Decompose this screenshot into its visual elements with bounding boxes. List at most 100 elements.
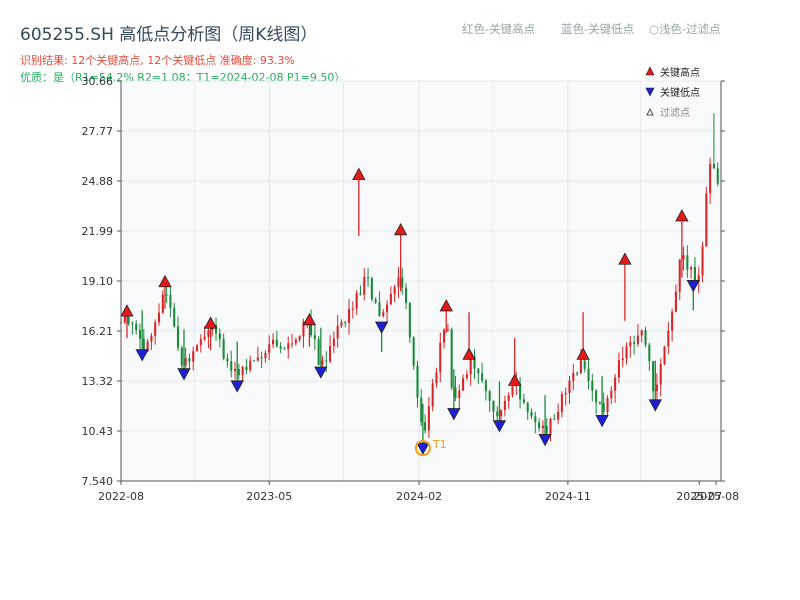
candle-body bbox=[226, 358, 229, 362]
candle bbox=[317, 336, 320, 366]
candle-body bbox=[412, 337, 415, 366]
candle-body bbox=[218, 333, 221, 340]
candle-body bbox=[138, 330, 142, 339]
x-tick-label: 2024-02 bbox=[396, 490, 442, 503]
candle-body bbox=[488, 391, 491, 401]
candle-body bbox=[496, 411, 499, 417]
candle-body bbox=[131, 323, 134, 325]
candle-body bbox=[176, 326, 180, 348]
candle-body bbox=[648, 344, 651, 362]
candle-body bbox=[154, 322, 157, 336]
candle-body bbox=[674, 291, 677, 312]
candle-body bbox=[667, 330, 670, 347]
candle-body bbox=[595, 390, 598, 403]
candle-body bbox=[268, 344, 271, 353]
candle-body bbox=[135, 323, 138, 331]
legend-filtered-label: 过滤点 bbox=[660, 106, 690, 119]
candle-body bbox=[275, 339, 278, 347]
candle-body bbox=[465, 374, 468, 379]
candle-body bbox=[393, 286, 396, 294]
candle-body bbox=[477, 368, 480, 374]
candle-body bbox=[173, 307, 176, 327]
candle-body bbox=[549, 418, 552, 434]
candle-body bbox=[633, 342, 636, 344]
y-tick-label: 24.88 bbox=[82, 175, 114, 188]
candle-body bbox=[568, 380, 571, 393]
candle-body bbox=[606, 398, 609, 413]
candle-body bbox=[511, 386, 514, 396]
candle-body bbox=[203, 336, 206, 340]
x-tick-label: 2024-11 bbox=[545, 490, 591, 503]
candlestick-chart: T1 7.540 10.43 13.32 16.21 19.10 21.99 24.88 27… bbox=[82, 66, 740, 503]
candle-body bbox=[446, 329, 449, 331]
candle-body bbox=[416, 365, 419, 398]
candle-body bbox=[682, 255, 685, 260]
candle-body bbox=[659, 364, 662, 385]
candle-body bbox=[264, 352, 267, 359]
candle-body bbox=[458, 390, 461, 398]
candle-body bbox=[241, 366, 244, 376]
candle bbox=[663, 345, 666, 366]
candle-body bbox=[374, 299, 377, 303]
candle-body bbox=[340, 322, 343, 327]
candle-body bbox=[348, 309, 351, 323]
candle-body bbox=[564, 392, 567, 395]
candle-body bbox=[663, 346, 666, 365]
candle-body bbox=[705, 193, 708, 247]
candle-body bbox=[462, 378, 465, 391]
candle-body bbox=[169, 295, 172, 308]
candle-body bbox=[245, 366, 248, 371]
candle-body bbox=[283, 348, 286, 350]
candle-body bbox=[298, 336, 301, 340]
y-tick-label: 19.10 bbox=[82, 275, 114, 288]
candle-body bbox=[541, 425, 544, 429]
candle-body bbox=[614, 377, 617, 391]
candle-body bbox=[431, 383, 434, 407]
candle-body bbox=[386, 304, 389, 313]
candle-body bbox=[397, 277, 400, 287]
candle-body bbox=[222, 339, 225, 359]
candle-body bbox=[591, 381, 594, 391]
candle-body bbox=[534, 416, 537, 423]
legend-low-label: 关键低点 bbox=[660, 86, 700, 99]
candle bbox=[450, 327, 453, 391]
candle-body bbox=[249, 360, 252, 371]
candle-body bbox=[481, 373, 484, 381]
candle-body bbox=[507, 395, 510, 401]
candle-body bbox=[157, 312, 161, 323]
candle-body bbox=[587, 368, 590, 382]
candle-body bbox=[165, 294, 168, 296]
candle-body bbox=[557, 411, 560, 420]
y-tick-label: 13.32 bbox=[82, 375, 114, 388]
candle-body bbox=[363, 277, 366, 295]
candle-body bbox=[378, 302, 381, 316]
legend-high-symbol bbox=[645, 66, 655, 76]
candle-body bbox=[188, 357, 191, 362]
candle-body bbox=[199, 339, 202, 346]
candle-body bbox=[492, 400, 495, 412]
legend-high-label: 关键高点 bbox=[660, 66, 700, 79]
candle-body bbox=[408, 303, 411, 338]
y-tick-label: 16.21 bbox=[82, 325, 114, 338]
candle-body bbox=[500, 410, 503, 417]
candle-body bbox=[621, 358, 624, 361]
candle-body bbox=[329, 346, 332, 362]
candle-body bbox=[382, 312, 385, 316]
candle-body bbox=[545, 425, 548, 434]
candle-body bbox=[598, 402, 601, 404]
candle-body bbox=[560, 394, 563, 412]
candle-body bbox=[344, 322, 347, 324]
candle-body bbox=[271, 339, 275, 345]
candle-body bbox=[420, 397, 423, 423]
candle-body bbox=[519, 383, 522, 400]
candle-body bbox=[625, 346, 628, 359]
candle-body bbox=[233, 369, 237, 372]
candle-body bbox=[443, 329, 446, 343]
candle-body bbox=[678, 259, 681, 292]
x-tick-label: 2025-08 bbox=[693, 490, 739, 503]
candle-body bbox=[454, 387, 457, 398]
candle-body bbox=[389, 293, 392, 305]
candle-body bbox=[279, 346, 282, 349]
y-tick-label: 10.43 bbox=[82, 425, 114, 438]
candle-body bbox=[195, 345, 199, 352]
